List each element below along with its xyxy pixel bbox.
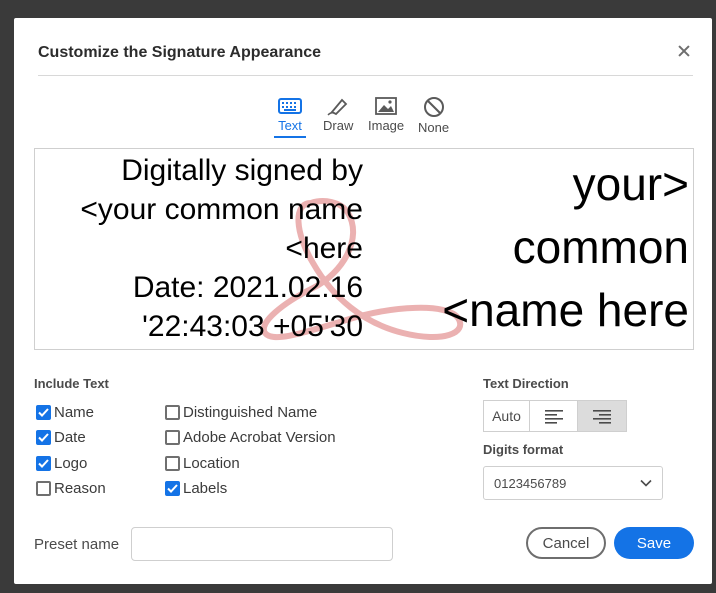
none-icon — [423, 97, 444, 117]
digits-format-select[interactable]: 0123456789 — [483, 466, 663, 500]
tab-label: Text — [278, 118, 302, 133]
checkbox-reason[interactable]: Reason — [36, 480, 106, 497]
active-tab-underline — [274, 136, 306, 138]
name-line: your> — [572, 158, 689, 210]
preset-name-label: Preset name — [34, 536, 120, 553]
tab-image[interactable]: Image — [368, 96, 404, 133]
name-line: common — [512, 221, 689, 273]
tab-text[interactable]: Text — [274, 96, 306, 138]
title-divider — [38, 75, 693, 76]
tab-draw[interactable]: Draw — [323, 96, 353, 133]
detail-line: <your common name — [80, 193, 363, 226]
check-icon — [167, 484, 178, 493]
check-icon — [38, 408, 49, 417]
checkbox-location[interactable]: Location — [165, 455, 240, 472]
checkbox-box[interactable] — [165, 481, 180, 496]
direction-right-button[interactable] — [578, 401, 626, 431]
direction-auto-button[interactable]: Auto — [484, 401, 530, 431]
signature-preview: Digitally signed by <your common name <h… — [34, 148, 694, 350]
check-icon — [38, 459, 49, 468]
checkbox-box[interactable] — [36, 481, 51, 496]
pen-icon — [327, 98, 348, 116]
signature-details-text: Digitally signed by <your common name <h… — [80, 151, 363, 346]
digits-format-label: Digits format — [483, 442, 564, 457]
checkbox-label: Labels — [183, 480, 228, 497]
include-text-label: Include Text — [34, 376, 109, 391]
checkbox-box[interactable] — [165, 456, 180, 471]
chevron-down-icon — [640, 479, 652, 487]
checkbox-logo[interactable]: Logo — [36, 455, 87, 472]
check-icon — [38, 433, 49, 442]
checkbox-distinguished-name[interactable]: Distinguished Name — [165, 404, 317, 421]
image-icon — [375, 97, 397, 115]
checkbox-name[interactable]: Name — [36, 404, 94, 421]
close-icon[interactable] — [674, 42, 694, 62]
dialog-title: Customize the Signature Appearance — [38, 44, 322, 61]
digits-format-value: 0123456789 — [494, 475, 567, 491]
preset-name-input[interactable] — [131, 527, 393, 561]
tab-none[interactable]: None — [418, 96, 449, 135]
cancel-button[interactable]: Cancel — [526, 527, 606, 559]
checkbox-label: Adobe Acrobat Version — [183, 429, 336, 446]
checkbox-box[interactable] — [165, 430, 180, 445]
checkbox-label: Logo — [54, 455, 88, 472]
tab-label: None — [418, 120, 450, 135]
checkbox-box[interactable] — [165, 405, 180, 420]
signature-appearance-dialog: Customize the Signature Appearance Text … — [14, 18, 712, 584]
signature-name-text: your> common <name here — [442, 153, 689, 342]
detail-line: <here — [285, 232, 363, 265]
checkbox-box[interactable] — [36, 430, 51, 445]
save-button[interactable]: Save — [614, 527, 694, 559]
detail-line: Date: 2021.02.16 — [132, 271, 363, 304]
checkbox-label: Reason — [54, 480, 106, 497]
detail-line: Digitally signed by — [121, 154, 363, 187]
text-direction-control: Auto — [483, 400, 627, 432]
checkbox-box[interactable] — [36, 456, 51, 471]
checkbox-label: Location — [183, 455, 240, 472]
align-right-icon — [593, 410, 611, 424]
align-left-icon — [544, 410, 563, 424]
checkbox-labels[interactable]: Labels — [165, 480, 227, 497]
checkbox-date[interactable]: Date — [36, 429, 86, 446]
checkbox-label: Distinguished Name — [183, 404, 318, 421]
tab-label: Image — [368, 118, 405, 133]
tab-label: Draw — [323, 118, 354, 133]
checkbox-box[interactable] — [36, 405, 51, 420]
checkbox-label: Date — [54, 429, 86, 446]
direction-left-button[interactable] — [530, 401, 578, 431]
text-direction-label: Text Direction — [483, 376, 569, 391]
detail-line: '22:43:03 +05'30 — [142, 310, 363, 343]
checkbox-acrobat-version[interactable]: Adobe Acrobat Version — [165, 429, 336, 446]
name-line: <name here — [442, 284, 689, 336]
checkbox-label: Name — [54, 404, 95, 421]
keyboard-icon — [278, 98, 302, 114]
